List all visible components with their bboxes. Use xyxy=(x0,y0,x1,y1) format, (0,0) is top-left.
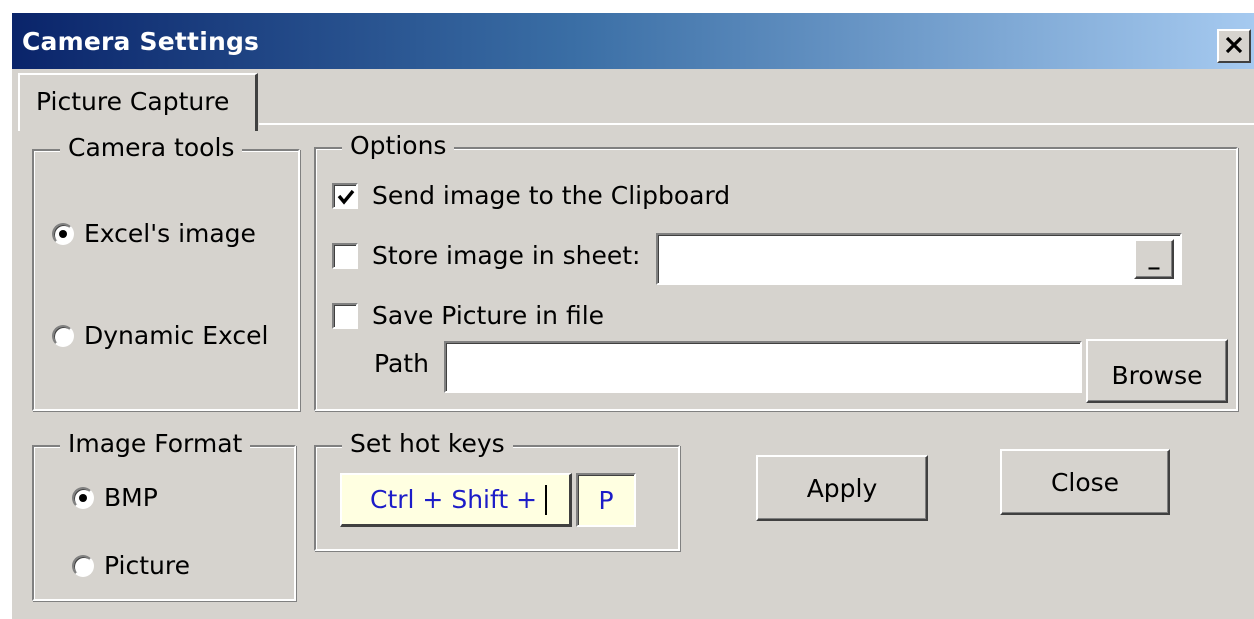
path-label: Path xyxy=(374,349,429,378)
sheet-name-field[interactable] xyxy=(656,233,1182,285)
checkbox-label: Send image to the Clipboard xyxy=(372,181,731,210)
send-to-clipboard-checkbox[interactable]: Send image to the Clipboard xyxy=(332,181,730,210)
image-format-group: Image Format BMP Picture xyxy=(32,429,296,601)
checkbox-box xyxy=(332,242,358,269)
close-label: Close xyxy=(1050,467,1120,497)
camera-settings-dialog: Camera Settings Picture Capture Camera t… xyxy=(10,12,1254,619)
radio-picture[interactable]: Picture xyxy=(72,551,190,580)
radio-selected-indicator xyxy=(72,486,94,509)
apply-button[interactable]: Apply xyxy=(756,455,928,521)
close-button[interactable]: Close xyxy=(1000,449,1170,515)
browse-label: Browse xyxy=(1111,360,1203,390)
radio-bmp[interactable]: BMP xyxy=(72,483,158,512)
close-icon xyxy=(1225,33,1243,59)
radio-indicator xyxy=(52,324,74,347)
hot-keys-group: Set hot keys Ctrl + Shift + P xyxy=(314,429,680,551)
radio-indicator xyxy=(72,554,94,577)
image-format-legend: Image Format xyxy=(60,429,251,458)
window-title: Camera Settings xyxy=(22,27,260,56)
camera-tools-legend: Camera tools xyxy=(60,133,243,162)
tab-picture-capture[interactable]: Picture Capture xyxy=(18,73,258,131)
checkbox-label: Save Picture in file xyxy=(372,301,605,330)
radio-excels-image[interactable]: Excel's image xyxy=(52,219,256,248)
radio-label: Dynamic Excel xyxy=(84,321,269,350)
hotkey-prefix: Ctrl + Shift + xyxy=(340,473,572,527)
hotkey-key-value: P xyxy=(598,485,614,515)
hotkey-key-field[interactable]: P xyxy=(576,473,636,527)
hot-keys-legend: Set hot keys xyxy=(342,429,513,458)
checkbox-box xyxy=(332,302,358,329)
apply-label: Apply xyxy=(806,473,878,503)
checkbox-box xyxy=(332,182,358,209)
options-group: Options Send image to the Clipboard Stor… xyxy=(314,131,1238,411)
sheet-picker-label: _ xyxy=(1148,244,1160,270)
checkbox-label: Store image in sheet: xyxy=(372,241,641,270)
tab-divider xyxy=(259,123,1254,125)
radio-label: Excel's image xyxy=(84,219,256,248)
tab-label: Picture Capture xyxy=(36,87,230,116)
radio-dynamic-excel[interactable]: Dynamic Excel xyxy=(52,321,268,350)
radio-label: Picture xyxy=(104,551,190,580)
title-bar[interactable]: Camera Settings xyxy=(12,13,1254,69)
path-field[interactable] xyxy=(444,341,1082,393)
close-window-button[interactable] xyxy=(1217,29,1251,63)
hotkey-prefix-text: Ctrl + Shift + xyxy=(370,485,538,514)
camera-tools-group: Camera tools Excel's image Dynamic Excel xyxy=(32,133,300,411)
radio-selected-indicator xyxy=(52,222,74,245)
save-in-file-checkbox[interactable]: Save Picture in file xyxy=(332,301,604,330)
options-legend: Options xyxy=(342,131,455,160)
checkmark-icon xyxy=(337,189,355,205)
sheet-picker-button[interactable]: _ xyxy=(1134,239,1174,279)
radio-label: BMP xyxy=(104,483,158,512)
text-cursor xyxy=(545,484,548,515)
browse-button[interactable]: Browse xyxy=(1086,339,1228,403)
store-in-sheet-checkbox[interactable]: Store image in sheet: xyxy=(332,241,640,270)
